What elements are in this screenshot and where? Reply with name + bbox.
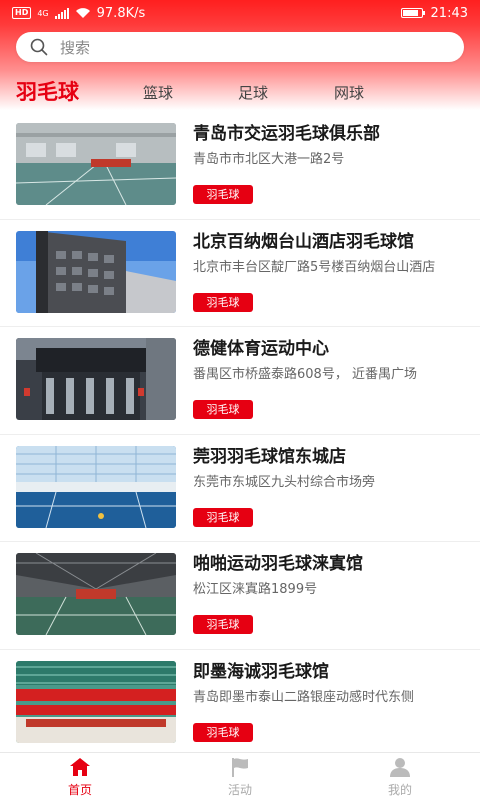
venue-address: 青岛即墨市泰山二路银座动感时代东侧 xyxy=(193,689,415,705)
venue-address: 东莞市东城区九头村综合市场旁 xyxy=(193,474,376,490)
venue-title: 即墨海诚羽毛球馆 xyxy=(193,661,329,682)
sport-tag: 羽毛球 xyxy=(193,292,253,312)
tab-badminton[interactable]: 羽毛球 xyxy=(16,76,79,106)
venue-photo xyxy=(16,230,176,313)
search-input[interactable]: 搜索 xyxy=(16,32,464,62)
venue-item[interactable]: 青岛市交运羽毛球俱乐部 青岛市市北区大港一路2号 羽毛球 xyxy=(0,112,480,220)
tab-tennis[interactable]: 网球 xyxy=(334,82,364,103)
venue-list: 青岛市交运羽毛球俱乐部 青岛市市北区大港一路2号 羽毛球 北京百纳烟台山酒店羽毛… xyxy=(0,112,480,757)
sport-tag: 羽毛球 xyxy=(193,185,253,204)
venue-photo xyxy=(16,553,176,635)
venue-title: 莞羽羽毛球馆东城店 xyxy=(193,446,346,467)
sport-tag: 羽毛球 xyxy=(193,615,253,634)
battery-icon xyxy=(400,8,425,18)
venue-title: 青岛市交运羽毛球俱乐部 xyxy=(193,124,380,144)
nav-label: 首页 xyxy=(67,783,92,797)
venue-address: 青岛市市北区大港一路2号 xyxy=(193,152,345,167)
sport-tag: 羽毛球 xyxy=(193,722,253,742)
bottom-nav: 首页 活动 我的 xyxy=(0,752,480,800)
venue-title: 北京百纳烟台山酒店羽毛球馆 xyxy=(193,231,414,252)
venue-item[interactable]: 德健体育运动中心 番禺区市桥盛泰路608号， 近番禺广场 羽毛球 xyxy=(0,327,480,435)
signal-icon xyxy=(54,7,69,19)
venue-address: 北京市丰台区靛厂路5号楼百纳烟台山酒店 xyxy=(193,259,436,275)
nav-home[interactable]: 首页 xyxy=(0,753,160,800)
venue-photo xyxy=(16,445,176,528)
nav-label: 我的 xyxy=(387,783,412,797)
clock: 21:43 xyxy=(430,5,468,21)
search-placeholder: 搜索 xyxy=(60,38,91,57)
tab-football[interactable]: 足球 xyxy=(238,82,268,103)
nav-activity[interactable]: 活动 xyxy=(160,753,320,800)
venue-item[interactable]: 莞羽羽毛球馆东城店 东莞市东城区九头村综合市场旁 羽毛球 xyxy=(0,435,480,542)
tab-basketball[interactable]: 篮球 xyxy=(143,82,173,103)
sport-tag: 羽毛球 xyxy=(193,507,253,527)
nav-mine[interactable]: 我的 xyxy=(320,753,480,800)
nav-label: 活动 xyxy=(227,783,252,797)
network-type: 4G xyxy=(37,8,49,18)
venue-photo xyxy=(16,660,176,743)
hd-badge: HD xyxy=(12,7,32,19)
home-icon xyxy=(70,758,90,776)
sport-tabs: 羽毛球 篮球 足球 网球 xyxy=(0,76,480,106)
status-bar: HD 4G 97.8K/s 21:43 xyxy=(0,0,480,26)
venue-item[interactable]: 即墨海诚羽毛球馆 青岛即墨市泰山二路银座动感时代东侧 羽毛球 xyxy=(0,650,480,757)
sport-tag: 羽毛球 xyxy=(193,400,253,419)
network-speed: 97.8K/s xyxy=(96,5,146,21)
user-icon xyxy=(390,758,410,777)
venue-photo xyxy=(16,338,176,420)
venue-item[interactable]: 北京百纳烟台山酒店羽毛球馆 北京市丰台区靛厂路5号楼百纳烟台山酒店 羽毛球 xyxy=(0,220,480,327)
wifi-icon xyxy=(75,8,90,18)
venue-title: 啪啪运动羽毛球涞寘馆 xyxy=(193,554,363,574)
venue-address: 松江区涞寘路1899号 xyxy=(193,582,318,597)
flag-icon xyxy=(232,758,248,777)
venue-photo xyxy=(16,123,176,205)
venue-address: 番禺区市桥盛泰路608号， 近番禺广场 xyxy=(193,367,417,382)
venue-item[interactable]: 啪啪运动羽毛球涞寘馆 松江区涞寘路1899号 羽毛球 xyxy=(0,542,480,650)
venue-title: 德健体育运动中心 xyxy=(193,339,329,359)
search-icon xyxy=(30,38,48,56)
